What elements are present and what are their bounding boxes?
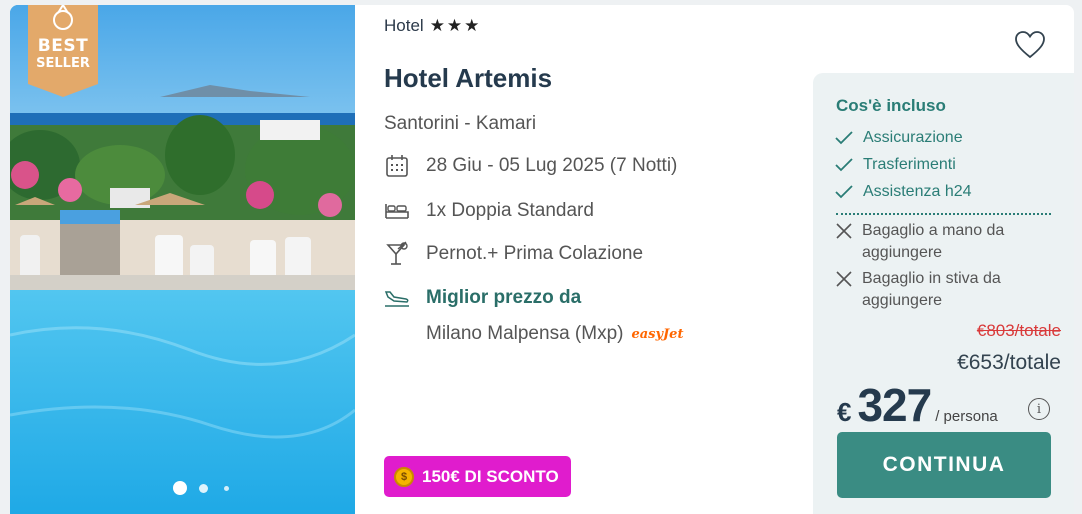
favorite-button[interactable]: [1014, 30, 1046, 60]
hotel-card: BEST SELLER Hotel ★★★ Hotel Artemis Sant…: [10, 5, 1074, 514]
included-label: Assistenza h24: [863, 183, 972, 200]
excluded-item: Bagaglio in stiva da aggiungere: [835, 268, 1055, 312]
per-person-label: / persona: [935, 408, 998, 425]
heart-outline-icon: [1015, 31, 1045, 59]
departure-airport: Milano Malpensa (Mxp) easyJet: [426, 323, 683, 345]
included-title: Cos'è incluso: [836, 96, 946, 115]
divider: [836, 213, 1051, 215]
info-icon[interactable]: i: [1028, 398, 1050, 420]
travel-dates: 28 Giu - 05 Lug 2025 (7 Notti): [384, 153, 677, 179]
hotel-info: Hotel ★★★ Hotel Artemis Santorini - Kama…: [384, 5, 814, 514]
old-total-price: €803/totale: [976, 321, 1061, 340]
gallery-pagination: [173, 481, 229, 495]
price-per-person: € 327 / persona: [837, 378, 998, 432]
airline-logo: easyJet: [631, 326, 684, 342]
dates-text: 28 Giu - 05 Lug 2025 (7 Notti): [426, 155, 678, 176]
flight-label: Miglior prezzo da: [426, 287, 582, 308]
hotel-category: Hotel ★★★: [384, 16, 481, 36]
included-item: Assistenza h24: [835, 182, 972, 202]
hotel-location: Santorini - Kamari: [384, 113, 537, 134]
plane-landing-icon: [384, 285, 410, 311]
discount-label: 150€ DI SCONTO: [422, 466, 559, 486]
check-icon: [835, 155, 855, 175]
airport-text: Milano Malpensa (Mxp): [426, 323, 624, 344]
discount-badge: $ 150€ DI SCONTO: [384, 456, 571, 497]
badge-line-1: BEST: [37, 36, 89, 56]
excluded-label: Bagaglio in stiva da aggiungere: [862, 270, 1001, 309]
bed-icon: [384, 198, 410, 224]
continue-button[interactable]: CONTINUA: [837, 432, 1051, 498]
excluded-label: Bagaglio a mano da aggiungere: [862, 222, 1005, 261]
total-price: €653/totale: [957, 351, 1061, 374]
board-type: Pernot.+ Prima Colazione: [384, 241, 643, 267]
coin-icon: $: [394, 466, 414, 487]
gallery-dot-active[interactable]: [173, 481, 187, 495]
category-label: Hotel: [384, 16, 424, 35]
included-item: Trasferimenti: [835, 155, 956, 175]
included-label: Trasferimenti: [863, 156, 956, 173]
badge-line-2: SELLER: [36, 56, 90, 71]
room-type: 1x Doppia Standard: [384, 198, 594, 224]
currency-symbol: €: [837, 397, 852, 427]
gallery-dot[interactable]: [199, 483, 208, 493]
check-icon: [835, 182, 855, 202]
excluded-item: Bagaglio a mano da aggiungere: [835, 220, 1055, 264]
close-icon: [835, 268, 855, 290]
flight-info: Miglior prezzo da: [384, 285, 581, 311]
board-text: Pernot.+ Prima Colazione: [426, 243, 644, 264]
best-seller-badge: BEST SELLER: [28, 5, 98, 97]
included-item: Assicurazione: [835, 128, 963, 148]
check-icon: [835, 128, 855, 148]
calendar-icon: [384, 153, 410, 179]
close-icon: [835, 220, 855, 242]
room-text: 1x Doppia Standard: [426, 200, 594, 221]
cocktail-icon: [384, 241, 410, 267]
star-rating: ★★★: [429, 16, 482, 35]
hotel-name[interactable]: Hotel Artemis: [384, 63, 552, 94]
hotel-photo-gallery[interactable]: BEST SELLER: [10, 5, 355, 514]
included-label: Assicurazione: [863, 129, 963, 146]
price-panel: Cos'è incluso Assicurazione Trasferiment…: [813, 73, 1074, 514]
per-person-value: 327: [857, 379, 932, 431]
gallery-dot[interactable]: [224, 485, 229, 491]
